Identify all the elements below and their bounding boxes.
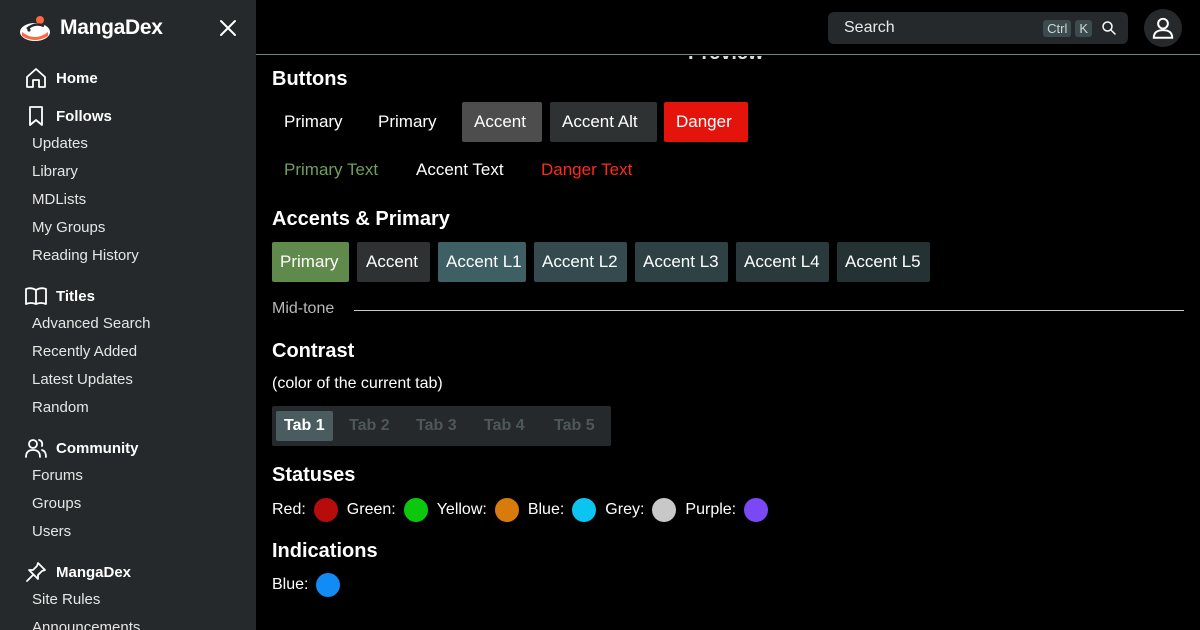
status-green-dot (403, 498, 428, 522)
brand[interactable]: MangaDex (18, 12, 163, 44)
sidebar-item-site-rules[interactable]: Site Rules (0, 586, 256, 614)
indication-blue-label: Blue: (272, 576, 309, 593)
buttons-heading: Buttons (272, 68, 348, 90)
pin-icon (26, 562, 46, 582)
status-grey-label: Grey: (605, 501, 645, 518)
sidebar-item-announcements[interactable]: Announcements (0, 614, 256, 630)
tab-2[interactable]: Tab 2 (341, 411, 398, 441)
sidebar-item-forums[interactable]: Forums (0, 462, 256, 490)
user-icon (1152, 17, 1174, 39)
indications-row: Blue: (272, 573, 349, 597)
brand-name: MangaDex (60, 16, 163, 39)
indication-blue-dot (316, 573, 341, 597)
bookmark-icon (29, 106, 43, 126)
tab-1[interactable]: Tab 1 (276, 411, 333, 441)
top-bar: Search Ctrl K (256, 0, 1200, 55)
nav-section-follows: Follows Updates Library MDLists My Group… (0, 102, 256, 270)
sidebar-item-random[interactable]: Random (0, 394, 256, 422)
sidebar-item-home[interactable]: Home (0, 64, 256, 92)
close-sidebar-icon[interactable] (216, 16, 240, 40)
sidebar-item-label: MangaDex (56, 563, 132, 581)
sidebar-item-latest-updates[interactable]: Latest Updates (0, 366, 256, 394)
sidebar-item-reading-history[interactable]: Reading History (0, 242, 256, 270)
users-icon (25, 439, 47, 458)
accent-l3-swatch[interactable]: Accent L3 (635, 242, 728, 282)
sidebar-item-label: Community (56, 439, 139, 457)
sidebar-item-label: Follows (56, 107, 112, 125)
book-icon (25, 287, 47, 305)
sidebar-item-titles[interactable]: Titles (0, 282, 256, 310)
accent-alt-button[interactable]: Accent Alt (550, 102, 657, 142)
home-icon (26, 68, 46, 88)
sidebar-item-users[interactable]: Users (0, 518, 256, 546)
accent-l1-swatch[interactable]: Accent L1 (438, 242, 526, 282)
tab-4[interactable]: Tab 4 (476, 411, 533, 441)
status-purple-label: Purple: (685, 501, 737, 518)
sidebar-item-updates[interactable]: Updates (0, 130, 256, 158)
indications-heading: Indications (272, 540, 378, 562)
status-purple-dot (744, 498, 769, 522)
primary-swatch[interactable]: Primary (272, 242, 349, 282)
accent-l4-swatch[interactable]: Accent L4 (736, 242, 829, 282)
accents-heading: Accents & Primary (272, 208, 450, 230)
status-blue-label: Blue: (527, 501, 565, 518)
sidebar-item-follows[interactable]: Follows (0, 102, 256, 130)
sidebar-item-advanced-search[interactable]: Advanced Search (0, 310, 256, 338)
sidebar-item-recently-added[interactable]: Recently Added (0, 338, 256, 366)
mangadex-logo-icon (20, 16, 50, 41)
danger-button[interactable]: Danger (664, 102, 748, 142)
sidebar: MangaDex Home Follows Updates Library MD… (0, 0, 256, 630)
accent-text-button[interactable]: Accent Text (416, 160, 504, 180)
sidebar-item-my-groups[interactable]: My Groups (0, 214, 256, 242)
tab-5[interactable]: Tab 5 (546, 411, 603, 441)
search-placeholder: Search (844, 19, 895, 36)
sidebar-item-label: Home (56, 69, 98, 87)
midtone-divider (354, 310, 1184, 311)
contrast-subtitle: (color of the current tab) (272, 375, 443, 392)
sidebar-item-community[interactable]: Community (0, 434, 256, 462)
preview-title: Preview (688, 56, 764, 65)
search-input[interactable]: Search Ctrl K (828, 12, 1128, 44)
user-avatar[interactable] (1144, 9, 1182, 47)
sidebar-item-mdlists[interactable]: MDLists (0, 186, 256, 214)
sidebar-item-groups[interactable]: Groups (0, 490, 256, 518)
search-icon[interactable] (1100, 19, 1118, 37)
statuses-heading: Statuses (272, 464, 356, 486)
status-red-dot (313, 498, 338, 522)
accent-swatch[interactable]: Accent (357, 242, 430, 282)
primary-text-button[interactable]: Primary Text (284, 160, 378, 180)
accent-l2-swatch[interactable]: Accent L2 (534, 242, 627, 282)
sidebar-item-library[interactable]: Library (0, 158, 256, 186)
shortcut-k: K (1075, 19, 1092, 37)
status-yellow-dot (494, 498, 519, 522)
nav-section-home: Home (0, 64, 256, 92)
statuses-row: Red: Green: Yellow: Blue: Grey: Purple: (272, 498, 777, 522)
nav-section-community: Community Forums Groups Users (0, 434, 256, 546)
primary-button-2[interactable]: Primary (366, 102, 449, 142)
contrast-heading: Contrast (272, 340, 355, 362)
tab-3[interactable]: Tab 3 (408, 411, 465, 441)
main-content: Preview Buttons Primary Primary Accent A… (256, 56, 1200, 630)
nav-section-titles: Titles Advanced Search Recently Added La… (0, 282, 256, 422)
status-yellow-label: Yellow: (436, 501, 487, 518)
status-blue-dot (572, 498, 597, 522)
status-grey-dot (652, 498, 677, 522)
danger-text-button[interactable]: Danger Text (541, 160, 632, 180)
primary-button[interactable]: Primary (272, 102, 355, 142)
nav-section-mangadex: MangaDex Site Rules Announcements (0, 558, 256, 630)
sidebar-item-label: Titles (56, 287, 95, 305)
status-green-label: Green: (346, 501, 396, 518)
sidebar-item-mangadex[interactable]: MangaDex (0, 558, 256, 586)
contrast-tabs: Tab 1 Tab 2 Tab 3 Tab 4 Tab 5 (272, 406, 611, 446)
accent-l5-swatch[interactable]: Accent L5 (837, 242, 930, 282)
accent-button[interactable]: Accent (462, 102, 542, 142)
midtone-label: Mid-tone (272, 300, 335, 317)
status-red-label: Red: (272, 501, 306, 518)
shortcut-ctrl: Ctrl (1043, 19, 1072, 37)
